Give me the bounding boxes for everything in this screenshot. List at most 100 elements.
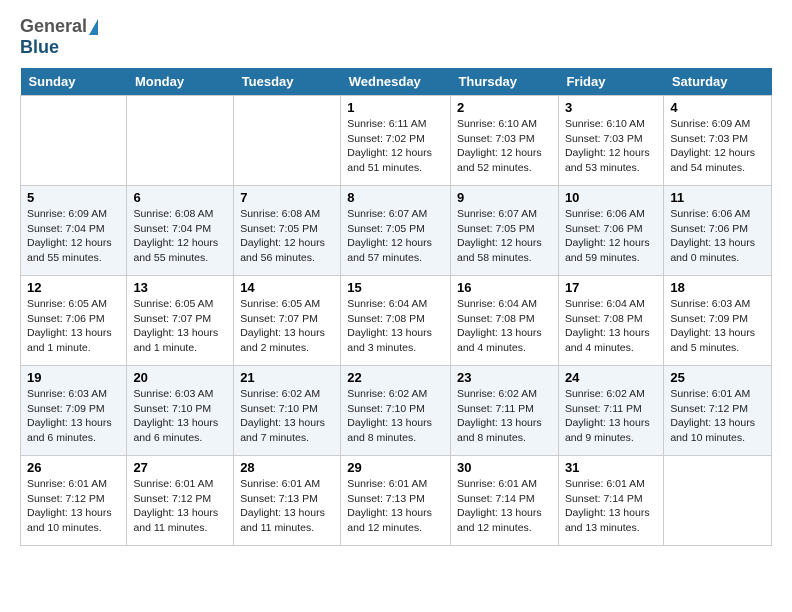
day-info: Sunrise: 6:06 AM Sunset: 7:06 PM Dayligh… xyxy=(670,207,765,266)
day-info: Sunrise: 6:04 AM Sunset: 7:08 PM Dayligh… xyxy=(347,297,444,356)
calendar-cell: 28Sunrise: 6:01 AM Sunset: 7:13 PM Dayli… xyxy=(234,456,341,546)
calendar-cell: 23 Sunrise: 6:02 AM Sunset: 7:11 PM Dayli… xyxy=(450,366,558,456)
week-row-1: 1 Sunrise: 6:11 AM Sunset: 7:02 PM Daylig… xyxy=(21,96,772,186)
day-number: 6 xyxy=(133,190,227,205)
calendar-cell xyxy=(127,96,234,186)
day-number: 17 xyxy=(565,280,657,295)
day-info: Sunrise: 6:03 AM Sunset: 7:10 PM Dayligh… xyxy=(133,387,227,446)
calendar-cell: 6 Sunrise: 6:08 AM Sunset: 7:04 PM Daylig… xyxy=(127,186,234,276)
day-info: Sunrise: 6:01 AM Sunset: 7:14 PM Dayligh… xyxy=(457,477,552,536)
day-info: Sunrise: 6:08 AM Sunset: 7:04 PM Dayligh… xyxy=(133,207,227,266)
calendar-cell: 3 Sunrise: 6:10 AM Sunset: 7:03 PM Daylig… xyxy=(558,96,663,186)
calendar-cell: 20 Sunrise: 6:03 AM Sunset: 7:10 PM Dayli… xyxy=(127,366,234,456)
calendar-cell: 21 Sunrise: 6:02 AM Sunset: 7:10 PM Dayli… xyxy=(234,366,341,456)
day-info: Sunrise: 6:01 AM Sunset: 7:12 PM Dayligh… xyxy=(27,477,120,536)
day-number: 15 xyxy=(347,280,444,295)
calendar-cell: 9Sunrise: 6:07 AM Sunset: 7:05 PM Daylig… xyxy=(450,186,558,276)
day-number: 11 xyxy=(670,190,765,205)
day-number: 25 xyxy=(670,370,765,385)
logo-blue-text: Blue xyxy=(20,37,59,57)
day-number: 23 xyxy=(457,370,552,385)
day-info: Sunrise: 6:01 AM Sunset: 7:13 PM Dayligh… xyxy=(347,477,444,536)
logo: General Blue xyxy=(20,16,98,58)
calendar-cell: 30Sunrise: 6:01 AM Sunset: 7:14 PM Dayli… xyxy=(450,456,558,546)
day-number: 21 xyxy=(240,370,334,385)
calendar-cell: 22 Sunrise: 6:02 AM Sunset: 7:10 PM Dayli… xyxy=(341,366,451,456)
week-row-2: 5 Sunrise: 6:09 AM Sunset: 7:04 PM Daylig… xyxy=(21,186,772,276)
calendar-cell: 24Sunrise: 6:02 AM Sunset: 7:11 PM Dayli… xyxy=(558,366,663,456)
day-number: 1 xyxy=(347,100,444,115)
day-number: 4 xyxy=(670,100,765,115)
day-info: Sunrise: 6:10 AM Sunset: 7:03 PM Dayligh… xyxy=(457,117,552,176)
day-info: Sunrise: 6:07 AM Sunset: 7:05 PM Dayligh… xyxy=(457,207,552,266)
day-number: 31 xyxy=(565,460,657,475)
header-day-saturday: Saturday xyxy=(664,68,772,96)
day-number: 18 xyxy=(670,280,765,295)
calendar-cell: 18 Sunrise: 6:03 AM Sunset: 7:09 PM Dayli… xyxy=(664,276,772,366)
day-info: Sunrise: 6:02 AM Sunset: 7:10 PM Dayligh… xyxy=(347,387,444,446)
day-number: 12 xyxy=(27,280,120,295)
day-info: Sunrise: 6:01 AM Sunset: 7:12 PM Dayligh… xyxy=(133,477,227,536)
day-number: 10 xyxy=(565,190,657,205)
day-info: Sunrise: 6:07 AM Sunset: 7:05 PM Dayligh… xyxy=(347,207,444,266)
day-info: Sunrise: 6:01 AM Sunset: 7:13 PM Dayligh… xyxy=(240,477,334,536)
calendar-cell: 13 Sunrise: 6:05 AM Sunset: 7:07 PM Dayli… xyxy=(127,276,234,366)
calendar-cell: 19Sunrise: 6:03 AM Sunset: 7:09 PM Dayli… xyxy=(21,366,127,456)
calendar-cell: 1 Sunrise: 6:11 AM Sunset: 7:02 PM Daylig… xyxy=(341,96,451,186)
day-info: Sunrise: 6:11 AM Sunset: 7:02 PM Dayligh… xyxy=(347,117,444,176)
day-info: Sunrise: 6:10 AM Sunset: 7:03 PM Dayligh… xyxy=(565,117,657,176)
day-number: 5 xyxy=(27,190,120,205)
calendar-cell: 14 Sunrise: 6:05 AM Sunset: 7:07 PM Dayli… xyxy=(234,276,341,366)
calendar-cell: 10 Sunrise: 6:06 AM Sunset: 7:06 PM Dayli… xyxy=(558,186,663,276)
logo-arrow-icon xyxy=(89,19,98,35)
day-number: 22 xyxy=(347,370,444,385)
day-info: Sunrise: 6:03 AM Sunset: 7:09 PM Dayligh… xyxy=(670,297,765,356)
calendar-cell: 11 Sunrise: 6:06 AM Sunset: 7:06 PM Dayli… xyxy=(664,186,772,276)
day-number: 27 xyxy=(133,460,227,475)
day-info: Sunrise: 6:03 AM Sunset: 7:09 PM Dayligh… xyxy=(27,387,120,446)
calendar-cell: 31 Sunrise: 6:01 AM Sunset: 7:14 PM Dayli… xyxy=(558,456,663,546)
calendar-cell: 5 Sunrise: 6:09 AM Sunset: 7:04 PM Daylig… xyxy=(21,186,127,276)
day-number: 20 xyxy=(133,370,227,385)
calendar-cell: 26 Sunrise: 6:01 AM Sunset: 7:12 PM Dayli… xyxy=(21,456,127,546)
calendar-cell: 25 Sunrise: 6:01 AM Sunset: 7:12 PM Dayli… xyxy=(664,366,772,456)
day-info: Sunrise: 6:01 AM Sunset: 7:12 PM Dayligh… xyxy=(670,387,765,446)
day-info: Sunrise: 6:02 AM Sunset: 7:10 PM Dayligh… xyxy=(240,387,334,446)
calendar-cell: 16Sunrise: 6:04 AM Sunset: 7:08 PM Dayli… xyxy=(450,276,558,366)
logo-general-text: General xyxy=(20,16,87,37)
day-number: 26 xyxy=(27,460,120,475)
calendar-cell: 17Sunrise: 6:04 AM Sunset: 7:08 PM Dayli… xyxy=(558,276,663,366)
header: General Blue xyxy=(20,16,772,58)
day-info: Sunrise: 6:05 AM Sunset: 7:07 PM Dayligh… xyxy=(240,297,334,356)
day-info: Sunrise: 6:02 AM Sunset: 7:11 PM Dayligh… xyxy=(457,387,552,446)
day-number: 3 xyxy=(565,100,657,115)
day-info: Sunrise: 6:09 AM Sunset: 7:04 PM Dayligh… xyxy=(27,207,120,266)
day-number: 13 xyxy=(133,280,227,295)
calendar-cell: 8Sunrise: 6:07 AM Sunset: 7:05 PM Daylig… xyxy=(341,186,451,276)
week-row-5: 26 Sunrise: 6:01 AM Sunset: 7:12 PM Dayli… xyxy=(21,456,772,546)
day-info: Sunrise: 6:04 AM Sunset: 7:08 PM Dayligh… xyxy=(457,297,552,356)
calendar-cell: 29 Sunrise: 6:01 AM Sunset: 7:13 PM Dayli… xyxy=(341,456,451,546)
calendar-cell xyxy=(21,96,127,186)
calendar-cell: 15 Sunrise: 6:04 AM Sunset: 7:08 PM Dayli… xyxy=(341,276,451,366)
day-info: Sunrise: 6:01 AM Sunset: 7:14 PM Dayligh… xyxy=(565,477,657,536)
day-number: 24 xyxy=(565,370,657,385)
day-number: 14 xyxy=(240,280,334,295)
day-info: Sunrise: 6:06 AM Sunset: 7:06 PM Dayligh… xyxy=(565,207,657,266)
day-info: Sunrise: 6:09 AM Sunset: 7:03 PM Dayligh… xyxy=(670,117,765,176)
calendar-cell: 4 Sunrise: 6:09 AM Sunset: 7:03 PM Daylig… xyxy=(664,96,772,186)
header-day-monday: Monday xyxy=(127,68,234,96)
calendar-cell xyxy=(664,456,772,546)
week-row-3: 12Sunrise: 6:05 AM Sunset: 7:06 PM Dayli… xyxy=(21,276,772,366)
day-number: 7 xyxy=(240,190,334,205)
header-day-sunday: Sunday xyxy=(21,68,127,96)
calendar-cell xyxy=(234,96,341,186)
calendar-table: SundayMondayTuesdayWednesdayThursdayFrid… xyxy=(20,68,772,546)
day-number: 29 xyxy=(347,460,444,475)
header-day-tuesday: Tuesday xyxy=(234,68,341,96)
day-info: Sunrise: 6:08 AM Sunset: 7:05 PM Dayligh… xyxy=(240,207,334,266)
day-info: Sunrise: 6:05 AM Sunset: 7:07 PM Dayligh… xyxy=(133,297,227,356)
week-row-4: 19Sunrise: 6:03 AM Sunset: 7:09 PM Dayli… xyxy=(21,366,772,456)
calendar-header-row: SundayMondayTuesdayWednesdayThursdayFrid… xyxy=(21,68,772,96)
header-day-friday: Friday xyxy=(558,68,663,96)
